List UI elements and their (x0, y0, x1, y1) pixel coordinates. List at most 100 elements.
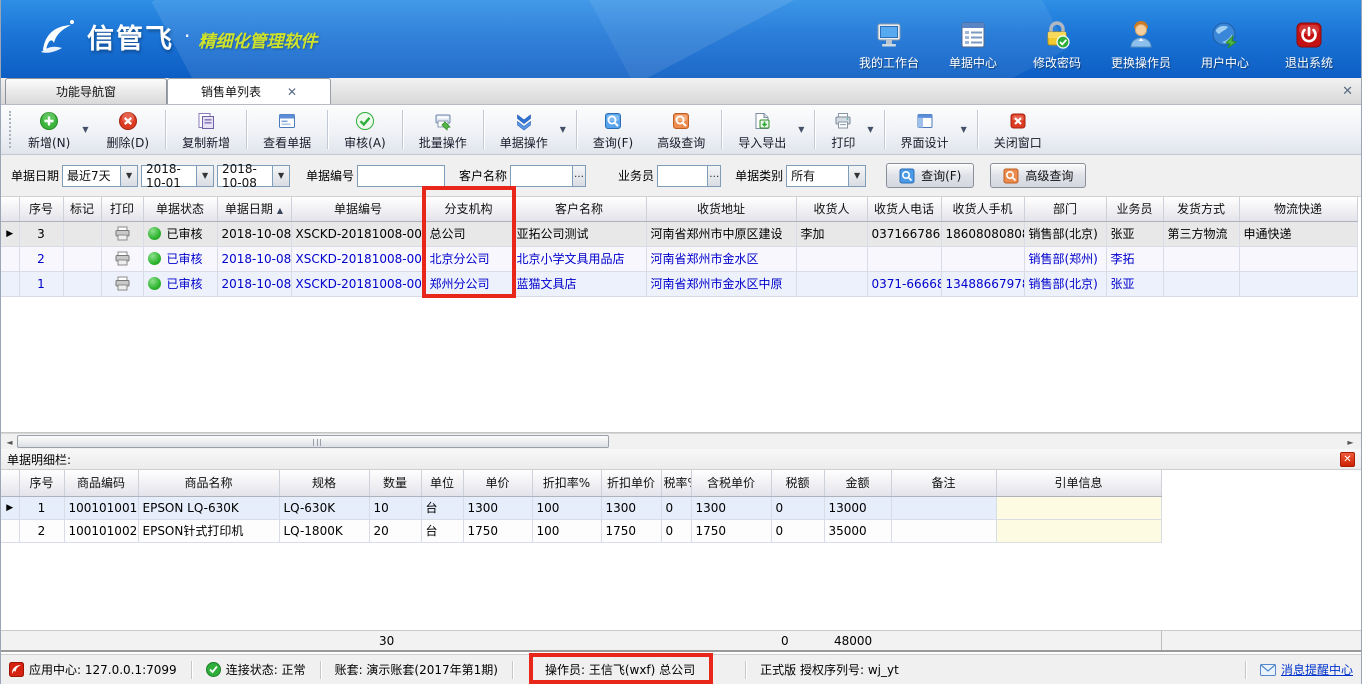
row-selector[interactable] (1, 246, 19, 271)
message-center-link[interactable]: 消息提醒中心 (1260, 661, 1353, 678)
orders-column-header[interactable]: 业务员 (1106, 197, 1163, 221)
nav-user-center[interactable]: 用户中心 (1183, 18, 1267, 71)
nav-workstation[interactable]: 我的工作台 (847, 18, 931, 71)
detail-column-header[interactable]: 单位 (421, 470, 463, 496)
horizontal-scrollbar[interactable]: ◄ ► (1, 433, 1361, 449)
salesman-input[interactable] (658, 167, 707, 185)
orders-column-header[interactable]: 标记 (63, 197, 101, 221)
chevron-down-icon[interactable]: ▼ (867, 125, 879, 134)
toolbar-button-query[interactable]: 查询(F) (581, 105, 645, 154)
detail-column-header[interactable]: 税率% (661, 470, 691, 496)
date-to-picker[interactable]: 2018-10-08 ▼ (217, 165, 290, 187)
toolbar-button-print[interactable]: 打印 (819, 105, 867, 154)
bill-type-select[interactable]: 所有 ▼ (786, 165, 866, 187)
detail-column-header[interactable]: 含税单价 (691, 470, 771, 496)
detail-column-header[interactable]: 单价 (463, 470, 532, 496)
chevron-down-icon[interactable]: ▼ (120, 166, 137, 186)
nav-document-center[interactable]: 单据中心 (931, 18, 1015, 71)
nav-switch-operator[interactable]: 更换操作员 (1099, 18, 1183, 71)
nav-change-password[interactable]: 修改密码 (1015, 18, 1099, 71)
detail-column-header[interactable]: 折扣单价 (601, 470, 661, 496)
date-preset-select[interactable]: 最近7天 ▼ (62, 165, 138, 187)
orders-column-header[interactable]: 发货方式 (1163, 197, 1239, 221)
customer-input[interactable] (511, 167, 572, 185)
orders-table-row[interactable]: ▶3已审核2018-10-08XSCKD-20181008-0001总公司亚拓公… (1, 221, 1357, 246)
detail-column-header[interactable]: 折扣率% (532, 470, 601, 496)
detail-table-row[interactable]: 2100101002EPSON针式打印机LQ-1800K20台175010017… (1, 519, 1161, 542)
orders-column-header[interactable]: 收货人 (796, 197, 867, 221)
toolbar-grip[interactable] (9, 111, 14, 148)
cell-receiver: 李加 (796, 221, 867, 246)
nav-exit-system[interactable]: 退出系统 (1267, 18, 1351, 71)
chevron-down-icon[interactable]: ▼ (560, 125, 572, 134)
orders-column-header[interactable]: 客户名称 (512, 197, 646, 221)
tabstrip-close-icon[interactable]: ✕ (1342, 84, 1353, 99)
printer-icon (114, 226, 131, 241)
toolbar-button-batch-ops[interactable]: 批量操作 (407, 105, 479, 154)
scroll-right-icon[interactable]: ► (1344, 436, 1357, 448)
bill-no-input[interactable] (358, 167, 444, 185)
scroll-left-icon[interactable]: ◄ (3, 436, 16, 448)
toolbar-button-bill-ops[interactable]: 单据操作 (488, 105, 560, 154)
detail-table-row[interactable]: ▶1100101001EPSON LQ-630KLQ-630K10台130010… (1, 496, 1161, 519)
lookup-ellipsis-icon[interactable]: … (707, 166, 720, 186)
detail-column-header[interactable]: 备注 (891, 470, 996, 496)
toolbar-button-view-bill[interactable]: 查看单据 (251, 105, 323, 154)
cell-branch: 总公司 (425, 221, 512, 246)
orders-column-header[interactable]: 收货人手机 (941, 197, 1024, 221)
orders-column-header[interactable]: 收货地址 (646, 197, 796, 221)
detail-column-header[interactable]: 商品编码 (64, 470, 138, 496)
detail-column-header[interactable]: 金额 (824, 470, 891, 496)
advanced-query-button[interactable]: 高级查询 (990, 163, 1086, 188)
lookup-ellipsis-icon[interactable]: … (572, 166, 585, 186)
row-selector[interactable] (1, 519, 19, 542)
orders-table-row[interactable]: 2已审核2018-10-08XSCKD-20181008-0002北京分公司北京… (1, 246, 1357, 271)
detail-column-header[interactable]: 序号 (19, 470, 64, 496)
detail-column-header[interactable]: 商品名称 (138, 470, 279, 496)
orders-column-header[interactable]: 序号 (19, 197, 63, 221)
orders-column-header[interactable]: 收货人电话 (867, 197, 941, 221)
detail-column-header[interactable]: 引单信息 (996, 470, 1161, 496)
orders-column-header[interactable]: 打印 (101, 197, 143, 221)
tab-close-icon[interactable]: ✕ (287, 85, 297, 99)
chevron-down-icon[interactable]: ▼ (272, 166, 289, 186)
orders-column-header[interactable]: 部门 (1024, 197, 1106, 221)
ui-design-icon (915, 110, 935, 132)
scrollbar-thumb[interactable] (17, 435, 609, 448)
toolbar-button-close-window[interactable]: 关闭窗口 (982, 105, 1054, 154)
tab-function-nav[interactable]: 功能导航窗 (5, 78, 167, 104)
cell-customer: 北京小学文具用品店 (512, 246, 646, 271)
chevron-down-icon[interactable]: ▼ (196, 166, 213, 186)
detail-column-header[interactable]: 规格 (279, 470, 369, 496)
row-selector[interactable] (1, 271, 19, 296)
chevron-down-icon[interactable]: ▼ (82, 125, 94, 134)
toolbar-button-adv-query[interactable]: 高级查询 (645, 105, 717, 154)
print-icon (833, 110, 853, 132)
tab-sales-order-list[interactable]: 销售单列表 ✕ (167, 78, 331, 104)
date-from-picker[interactable]: 2018-10-01 ▼ (141, 165, 214, 187)
detail-column-header[interactable]: 数量 (369, 470, 421, 496)
orders-column-header[interactable]: 单据日期▲ (217, 197, 291, 221)
orders-column-header[interactable]: 物流快递 (1239, 197, 1357, 221)
toolbar-button-ui-design[interactable]: 界面设计 (889, 105, 961, 154)
toolbar-button-add[interactable]: 新增(N) (16, 105, 82, 154)
detail-close-icon[interactable]: ✕ (1340, 452, 1355, 467)
cell-date: 2018-10-08 (217, 271, 291, 296)
chevron-down-icon[interactable]: ▼ (798, 125, 810, 134)
chevron-down-icon[interactable]: ▼ (961, 125, 973, 134)
orders-column-header[interactable]: 单据状态 (143, 197, 217, 221)
orders-column-header[interactable]: 分支机构 (425, 197, 512, 221)
orders-column-header[interactable]: 单据编号 (291, 197, 425, 221)
row-selector[interactable]: ▶ (1, 221, 19, 246)
detail-column-header[interactable]: 税额 (771, 470, 824, 496)
detail-cell: EPSON针式打印机 (138, 519, 279, 542)
cell-date: 2018-10-08 (217, 221, 291, 246)
toolbar-button-delete[interactable]: 删除(D) (95, 105, 162, 154)
orders-table-row[interactable]: 1已审核2018-10-08XSCKD-20181008-0003郑州分公司蓝猫… (1, 271, 1357, 296)
chevron-down-icon[interactable]: ▼ (848, 166, 865, 186)
toolbar-button-import-export[interactable]: 导入导出 (726, 105, 798, 154)
query-button[interactable]: 查询(F) (886, 163, 974, 188)
row-selector[interactable]: ▶ (1, 496, 19, 519)
toolbar-button-copy-add[interactable]: 复制新增 (170, 105, 242, 154)
toolbar-button-audit[interactable]: 审核(A) (332, 105, 398, 154)
